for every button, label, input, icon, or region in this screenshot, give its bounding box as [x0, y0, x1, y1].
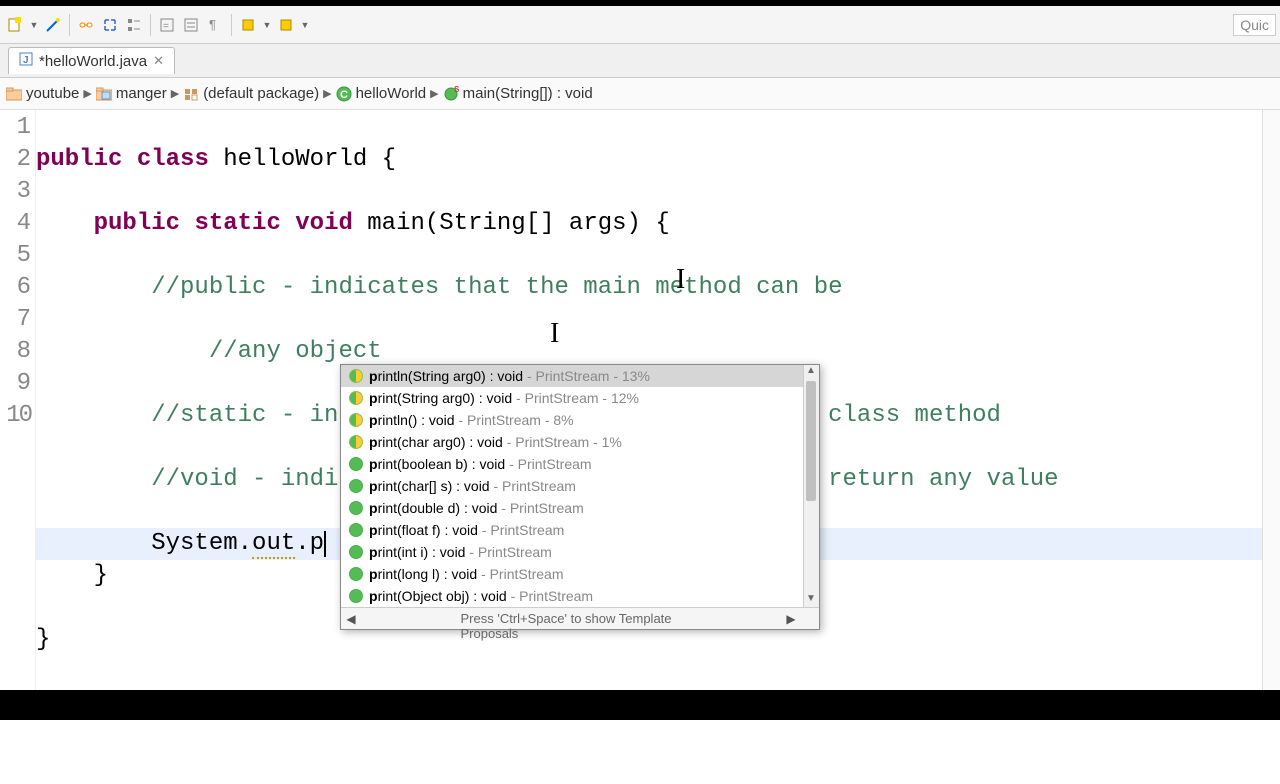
svg-text:=: =: [163, 21, 169, 32]
autocomplete-scrollbar[interactable]: ▲ ▼: [803, 365, 819, 607]
autocomplete-item[interactable]: print(Object obj) : void - PrintStream: [341, 585, 819, 607]
autocomplete-item[interactable]: print(double d) : void - PrintStream: [341, 497, 819, 519]
method-icon: [349, 589, 363, 603]
autocomplete-item[interactable]: println() : void - PrintStream - 8%: [341, 409, 819, 431]
dropdown-icon[interactable]: ▼: [29, 15, 39, 35]
dropdown-icon[interactable]: ▼: [262, 15, 272, 35]
autocomplete-popup: println(String arg0) : void - PrintStrea…: [340, 364, 820, 630]
wizard-button[interactable]: [43, 15, 63, 35]
java-file-icon: J: [19, 52, 33, 70]
tab-title: *helloWorld.java: [39, 53, 147, 70]
main-toolbar: ▼ = ¶ ▼ ▼ Quic: [0, 6, 1280, 44]
breadcrumb-class[interactable]: C helloWorld: [336, 85, 427, 102]
scroll-up-icon[interactable]: ▲: [804, 365, 818, 379]
chevron-right-icon: ▶: [83, 87, 91, 100]
method-icon: [349, 435, 363, 449]
package-icon: [183, 86, 199, 102]
line-number-gutter: 12345678910: [0, 110, 36, 690]
autocomplete-signature: print(char arg0) : void - PrintStream - …: [369, 434, 622, 450]
method-icon: [349, 523, 363, 537]
link-button[interactable]: [76, 15, 96, 35]
close-tab-icon[interactable]: ✕: [153, 53, 164, 69]
breadcrumb-package[interactable]: (default package): [183, 85, 319, 102]
toggle-mark-button[interactable]: =: [157, 15, 177, 35]
ibeam-cursor-icon: I: [676, 264, 685, 296]
dropdown-icon[interactable]: ▼: [300, 15, 310, 35]
chevron-right-icon: ▶: [430, 87, 438, 100]
quick-access-input[interactable]: Quic: [1233, 14, 1276, 36]
overview-ruler[interactable]: [1262, 110, 1280, 690]
autocomplete-signature: print(double d) : void - PrintStream: [369, 500, 584, 516]
breadcrumb-label: helloWorld: [356, 85, 427, 102]
autocomplete-signature: println(String arg0) : void - PrintStrea…: [369, 368, 650, 384]
toolbar-separator: [231, 14, 232, 36]
autocomplete-signature: print(Object obj) : void - PrintStream: [369, 588, 593, 604]
class-icon: C: [336, 86, 352, 102]
autocomplete-signature: print(char[] s) : void - PrintStream: [369, 478, 576, 494]
outline-button[interactable]: [124, 15, 144, 35]
chevron-right-icon[interactable]: ▶: [781, 612, 801, 626]
breadcrumb-method[interactable]: S main(String[]) : void: [443, 85, 593, 102]
autocomplete-item[interactable]: print(int i) : void - PrintStream: [341, 541, 819, 563]
autocomplete-signature: println() : void - PrintStream - 8%: [369, 412, 574, 428]
method-icon: [349, 369, 363, 383]
expand-button[interactable]: [100, 15, 120, 35]
autocomplete-item[interactable]: println(String arg0) : void - PrintStrea…: [341, 365, 819, 387]
autocomplete-signature: print(String arg0) : void - PrintStream …: [369, 390, 639, 406]
autocomplete-signature: print(float f) : void - PrintStream: [369, 522, 564, 538]
breadcrumb-label: manger: [116, 85, 167, 102]
method-icon: [349, 567, 363, 581]
ibeam-cursor-icon: I: [550, 318, 559, 350]
svg-text:C: C: [340, 89, 348, 101]
project-icon: [6, 86, 22, 102]
chevron-right-icon: ▶: [323, 87, 331, 100]
next-annotation-button[interactable]: [276, 15, 296, 35]
folder-icon: [96, 86, 112, 102]
svg-text:¶: ¶: [209, 17, 216, 32]
whitespace-button[interactable]: ¶: [205, 15, 225, 35]
chevron-left-icon[interactable]: ◀: [341, 612, 361, 626]
svg-text:S: S: [454, 86, 459, 94]
autocomplete-signature: print(long l) : void - PrintStream: [369, 566, 564, 582]
scroll-down-icon[interactable]: ▼: [804, 593, 818, 607]
method-icon: [349, 545, 363, 559]
breadcrumb-label: main(String[]) : void: [463, 85, 593, 102]
editor-tab[interactable]: J *helloWorld.java ✕: [8, 47, 175, 74]
autocomplete-list[interactable]: println(String arg0) : void - PrintStrea…: [341, 365, 819, 607]
breadcrumb-label: youtube: [26, 85, 79, 102]
scroll-thumb[interactable]: [806, 381, 816, 501]
breadcrumb-bar[interactable]: youtube ▶ manger ▶ (default package) ▶ C…: [0, 78, 1280, 110]
autocomplete-item[interactable]: print(float f) : void - PrintStream: [341, 519, 819, 541]
autocomplete-item[interactable]: print(String arg0) : void - PrintStream …: [341, 387, 819, 409]
annotation-button[interactable]: [238, 15, 258, 35]
text-cursor: [324, 531, 326, 557]
method-icon: [349, 501, 363, 515]
block-button[interactable]: [181, 15, 201, 35]
method-icon: [349, 479, 363, 493]
toolbar-separator: [69, 14, 70, 36]
toolbar-separator: [150, 14, 151, 36]
svg-text:J: J: [23, 55, 29, 66]
window-bottom-border: [0, 690, 1280, 720]
autocomplete-item[interactable]: print(boolean b) : void - PrintStream: [341, 453, 819, 475]
method-icon: [349, 391, 363, 405]
method-icon: S: [443, 86, 459, 102]
autocomplete-item[interactable]: print(long l) : void - PrintStream: [341, 563, 819, 585]
method-icon: [349, 457, 363, 471]
autocomplete-item[interactable]: print(char arg0) : void - PrintStream - …: [341, 431, 819, 453]
breadcrumb-label: (default package): [203, 85, 319, 102]
breadcrumb-project[interactable]: youtube: [6, 85, 79, 102]
editor-tabbar: J *helloWorld.java ✕: [0, 44, 1280, 78]
method-icon: [349, 413, 363, 427]
breadcrumb-folder[interactable]: manger: [96, 85, 167, 102]
chevron-right-icon: ▶: [171, 87, 179, 100]
autocomplete-signature: print(int i) : void - PrintStream: [369, 544, 552, 560]
new-button[interactable]: [5, 15, 25, 35]
autocomplete-item[interactable]: print(char[] s) : void - PrintStream: [341, 475, 819, 497]
autocomplete-signature: print(boolean b) : void - PrintStream: [369, 456, 592, 472]
autocomplete-hint: Press 'Ctrl+Space' to show Template Prop…: [461, 611, 700, 641]
